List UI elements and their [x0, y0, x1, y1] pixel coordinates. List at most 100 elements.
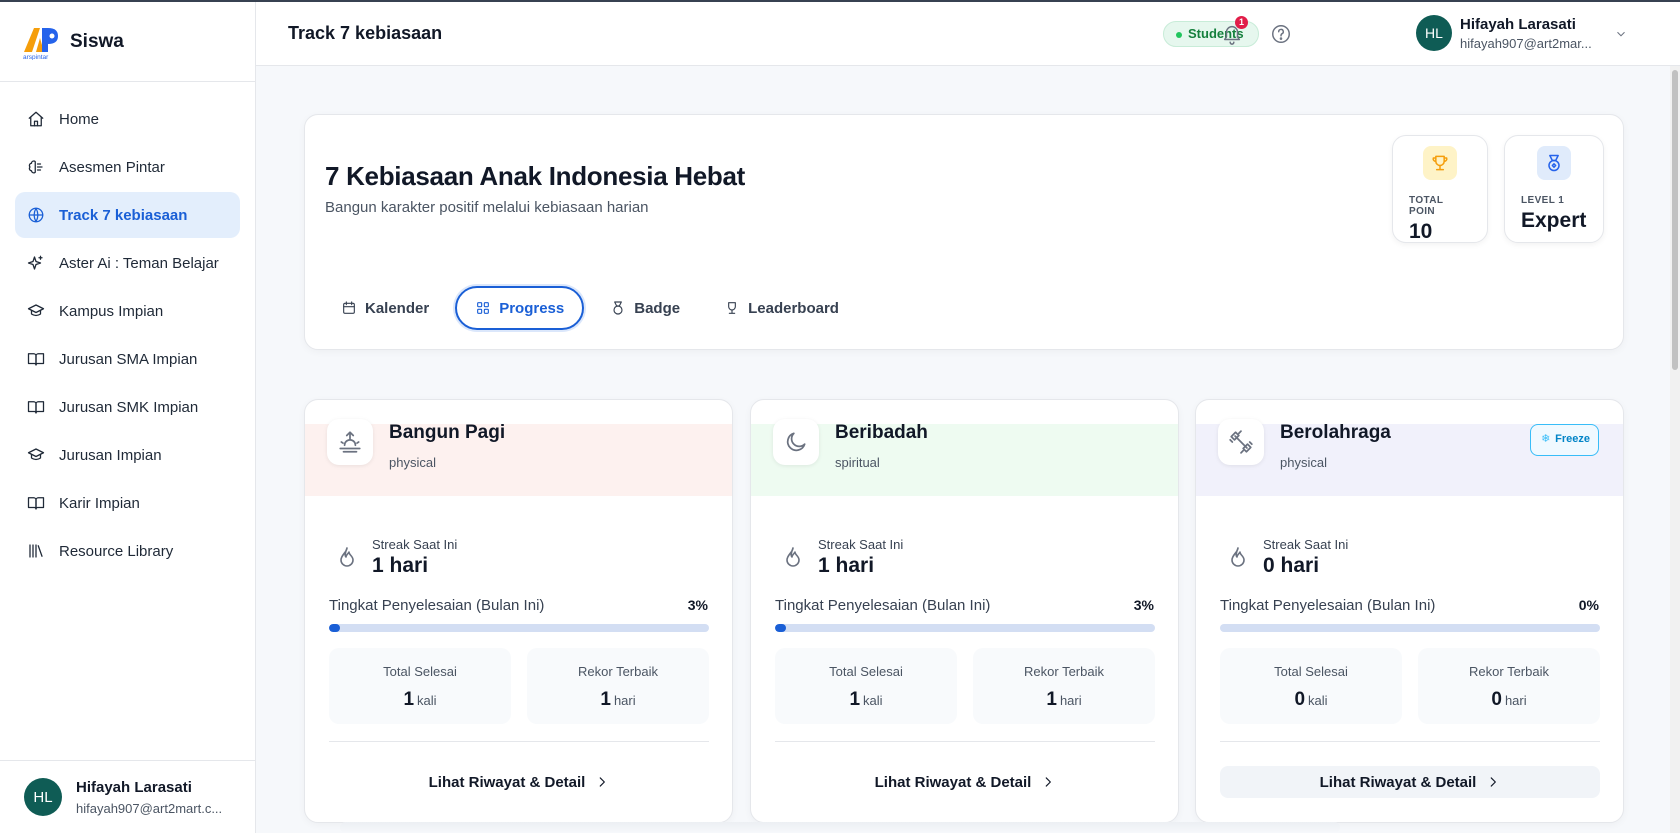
sidebar-item-home[interactable]: Home	[15, 96, 240, 142]
habit-card-beribadah: Beribadah spiritual Streak Saat Ini 1 ha…	[750, 399, 1179, 823]
page-scrollbar[interactable]	[1670, 66, 1680, 833]
habit-card-header: Beribadah spiritual	[751, 419, 1178, 496]
best-record-unit: hari	[613, 693, 636, 708]
chevron-down-icon	[1617, 31, 1625, 37]
view-tabs: Kalender Progress Badge Leaderboard	[323, 286, 865, 330]
view-history-detail-button[interactable]: Lihat Riwayat & Detail	[775, 766, 1155, 798]
completion-progress-bar	[775, 624, 1155, 632]
sidebar-nav: Home Asesmen Pintar Track 7 kebiasaan As…	[0, 82, 255, 574]
chevron-right-icon	[1046, 777, 1052, 787]
sidebar-user-profile[interactable]: HL Hifayah Larasati hifayah907@art2mart.…	[0, 760, 255, 833]
sidebar-item-jurusan-impian[interactable]: Jurusan Impian	[15, 432, 240, 478]
sidebar-item-label: Jurusan Impian	[59, 446, 162, 464]
best-record-unit: hari	[1059, 693, 1082, 708]
tab-label: Kalender	[365, 299, 430, 317]
help-circle-icon	[1272, 25, 1290, 43]
tab-kalender[interactable]: Kalender	[323, 286, 447, 330]
progress-fill	[775, 624, 787, 632]
divider	[1220, 741, 1600, 742]
stat-label: TOTAL POIN	[1409, 195, 1444, 217]
graduation-cap-icon	[27, 446, 45, 464]
top-header: Track 7 kebiasaan Students 1 HL Hifayah …	[256, 2, 1680, 66]
habit-category: physical	[389, 455, 436, 470]
help-button[interactable]	[1270, 23, 1292, 45]
brand-logo: arspintar	[22, 24, 62, 61]
grid-icon	[477, 302, 490, 314]
flame-icon	[1228, 546, 1248, 568]
habit-card-header: Berolahraga physical Freeze	[1196, 419, 1623, 496]
freeze-button[interactable]: Freeze	[1530, 424, 1599, 456]
total-completed-box: Total Selesai 1 kali	[775, 648, 957, 724]
completion-progress-bar	[329, 624, 709, 632]
total-points-card: TOTAL POIN 10	[1392, 135, 1488, 243]
habits-overview-card: 7 Kebiasaan Anak Indonesia Hebat Bangun …	[304, 114, 1624, 350]
flame-icon	[783, 546, 803, 568]
view-history-detail-button[interactable]: Lihat Riwayat & Detail	[329, 766, 709, 798]
tab-badge[interactable]: Badge	[592, 286, 698, 330]
best-record-value: 1	[600, 689, 611, 710]
total-completed-label: Total Selesai	[1274, 664, 1348, 679]
graduation-cap-icon	[27, 302, 45, 320]
streak-label: Streak Saat Ini	[818, 537, 904, 552]
stat-value: 10	[1409, 220, 1433, 243]
habit-category: physical	[1280, 455, 1327, 470]
sidebar-item-aster-ai[interactable]: Aster Ai : Teman Belajar	[15, 240, 240, 286]
globe-icon	[27, 206, 45, 224]
notifications-button[interactable]: 1	[1221, 16, 1248, 45]
tab-label: Progress	[499, 299, 565, 317]
sidebar-item-jurusan-smk-impian[interactable]: Jurusan SMK Impian	[15, 384, 240, 430]
sidebar-item-resource-library[interactable]: Resource Library	[15, 528, 240, 574]
habit-name: Bangun Pagi	[389, 422, 506, 443]
streak-value: 1 hari	[372, 554, 429, 577]
total-completed-box: Total Selesai 0 kali	[1220, 648, 1402, 724]
user-menu-toggle[interactable]	[1614, 27, 1628, 41]
tab-leaderboard[interactable]: Leaderboard	[706, 286, 857, 330]
best-record-label: Rekor Terbaik	[578, 664, 658, 679]
sparkles-icon	[27, 254, 45, 272]
sidebar-item-jurusan-sma-impian[interactable]: Jurusan SMA Impian	[15, 336, 240, 382]
book-open-icon	[27, 494, 45, 512]
sidebar-item-track-7-kebiasaan[interactable]: Track 7 kebiasaan	[15, 192, 240, 238]
brain-icon	[27, 158, 45, 176]
sidebar-item-label: Track 7 kebiasaan	[59, 206, 188, 224]
hero-subtitle: Bangun karakter positif melalui kebiasaa…	[325, 199, 649, 216]
habit-name: Beribadah	[835, 422, 928, 443]
streak-value: 1 hari	[818, 554, 875, 577]
scrollbar-thumb[interactable]	[1672, 70, 1678, 370]
tab-progress[interactable]: Progress	[455, 286, 585, 330]
completion-percent: 0%	[1578, 597, 1599, 613]
habit-card-berolahraga: Berolahraga physical Freeze Streak Saat …	[1195, 399, 1624, 823]
header-user-menu[interactable]: HL Hifayah Larasati hifayah907@art2mar..…	[1416, 15, 1600, 51]
brand[interactable]: arspintar Siswa	[0, 2, 255, 82]
sidebar: arspintar Siswa Home Asesmen Pintar Trac…	[0, 2, 256, 833]
hero-title: 7 Kebiasaan Anak Indonesia Hebat	[325, 161, 746, 191]
user-name: Hifayah Larasati	[76, 778, 192, 796]
calendar-icon	[343, 301, 355, 314]
sidebar-item-karir-impian[interactable]: Karir Impian	[15, 480, 240, 526]
detail-button-label: Lihat Riwayat & Detail	[428, 773, 586, 791]
detail-button-label: Lihat Riwayat & Detail	[874, 773, 1032, 791]
best-record-box: Rekor Terbaik 1 hari	[973, 648, 1155, 724]
avatar: HL	[1416, 15, 1452, 51]
scroll-fade	[340, 822, 1340, 833]
habit-name: Berolahraga	[1280, 422, 1391, 443]
sidebar-item-label: Kampus Impian	[59, 302, 164, 320]
notification-count-badge: 1	[1235, 16, 1248, 29]
view-history-detail-button[interactable]: Lihat Riwayat & Detail	[1220, 766, 1600, 798]
streak-label: Streak Saat Ini	[372, 537, 458, 552]
stat-label: LEVEL 1	[1521, 195, 1565, 206]
total-completed-value: 1	[849, 689, 861, 710]
sunrise-icon	[327, 419, 373, 465]
total-completed-unit: kali	[1308, 693, 1328, 708]
total-completed-box: Total Selesai 1 kali	[329, 648, 511, 724]
sidebar-item-kampus-impian[interactable]: Kampus Impian	[15, 288, 240, 334]
sidebar-item-label: Aster Ai : Teman Belajar	[59, 254, 219, 272]
brand-name: Siswa	[70, 30, 124, 52]
habit-card-bangun-pagi: Bangun Pagi physical Streak Saat Ini 1 h…	[304, 399, 733, 823]
best-record-label: Rekor Terbaik	[1024, 664, 1104, 679]
best-record-box: Rekor Terbaik 0 hari	[1418, 648, 1600, 724]
sidebar-item-asesmen-pintar[interactable]: Asesmen Pintar	[15, 144, 240, 190]
sidebar-item-label: Jurusan SMA Impian	[59, 350, 198, 368]
sidebar-item-label: Asesmen Pintar	[59, 158, 165, 176]
home-icon	[27, 110, 45, 128]
